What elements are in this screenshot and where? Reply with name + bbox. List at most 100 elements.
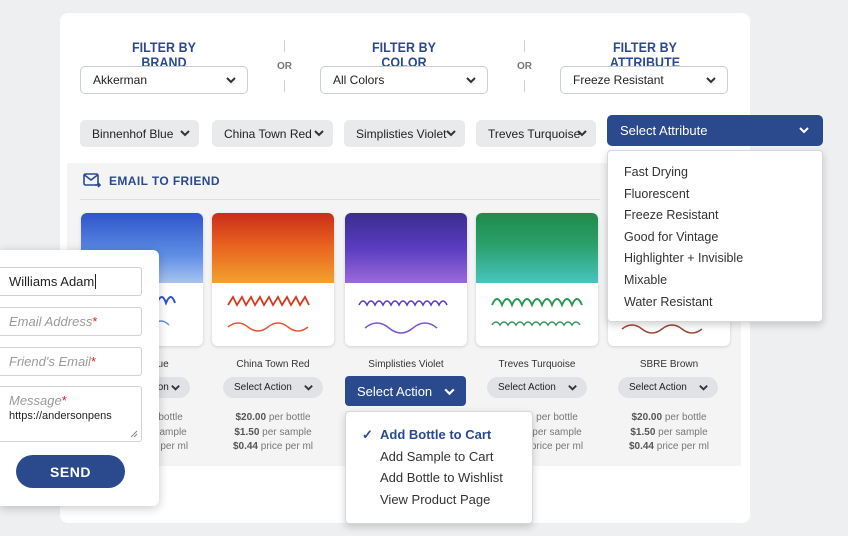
select-action-label: Select Action bbox=[629, 382, 687, 393]
price-unit: per bottle bbox=[664, 412, 707, 423]
price-block: $20.00 per bottle $1.50 per sample $0.44… bbox=[608, 411, 730, 455]
color-pill-china-town-red[interactable]: China Town Red bbox=[212, 120, 333, 147]
ink-sample-scribble bbox=[358, 300, 448, 334]
price-bottle: $20.00 bbox=[235, 412, 267, 423]
price-unit: price per ml bbox=[260, 441, 314, 452]
or-label: OR bbox=[517, 61, 532, 72]
product-card[interactable] bbox=[212, 213, 334, 346]
friend-email-placeholder: Friend's Email* bbox=[9, 354, 96, 369]
price-unit: per bottle bbox=[268, 412, 311, 423]
price-unit: per sample bbox=[532, 426, 582, 438]
ink-swatch bbox=[212, 213, 334, 283]
action-option-view-product[interactable]: View Product Page bbox=[346, 489, 532, 511]
price-unit: per sample bbox=[658, 426, 708, 438]
email-to-friend-link[interactable]: EMAIL TO FRIEND bbox=[83, 173, 220, 188]
product-name: China Town Red bbox=[236, 359, 310, 370]
divider bbox=[284, 80, 285, 92]
product-card[interactable] bbox=[345, 213, 467, 346]
attribute-filter-value: Freeze Resistant bbox=[573, 73, 664, 87]
price-sample: $1.50 bbox=[234, 426, 260, 438]
select-action-dropdown-open[interactable]: Select Action bbox=[345, 376, 466, 406]
chevron-down-icon bbox=[568, 385, 577, 391]
chevron-down-icon bbox=[466, 77, 476, 84]
email-field-placeholder: Email Address* bbox=[9, 314, 97, 329]
or-label: OR bbox=[277, 61, 292, 72]
send-button[interactable]: SEND bbox=[16, 455, 125, 488]
name-field[interactable]: Williams Adam bbox=[0, 267, 142, 296]
placeholder-text: Email Address bbox=[9, 314, 93, 329]
chevron-down-icon bbox=[180, 130, 190, 137]
attribute-option-highlighter-invisible[interactable]: Highlighter + Invisible bbox=[608, 248, 822, 270]
chevron-down-icon bbox=[304, 385, 313, 391]
divider bbox=[80, 199, 600, 200]
price-block: $20.00 per bottle $1.50 per sample $0.44… bbox=[212, 411, 334, 455]
check-icon: ✓ bbox=[362, 427, 373, 442]
required-mark: * bbox=[90, 354, 97, 369]
attribute-option-freeze-resistant[interactable]: Freeze Resistant bbox=[608, 205, 822, 227]
attribute-menu: Fast Drying Fluorescent Freeze Resistant… bbox=[607, 150, 823, 322]
text-cursor bbox=[95, 274, 97, 289]
chevron-down-icon bbox=[699, 385, 708, 391]
select-action-label: Select Action bbox=[498, 382, 556, 393]
placeholder-text: Friend's Email bbox=[9, 354, 91, 369]
resize-handle-icon[interactable] bbox=[130, 430, 138, 438]
message-placeholder: Message* bbox=[9, 393, 141, 408]
select-action-dropdown[interactable]: Select Action bbox=[618, 377, 718, 398]
product-card[interactable] bbox=[476, 213, 598, 346]
select-action-dropdown[interactable]: Select Action bbox=[487, 377, 587, 398]
name-field-value: Williams Adam bbox=[9, 274, 95, 289]
brand-select[interactable]: Akkerman bbox=[80, 66, 248, 94]
required-mark: * bbox=[92, 314, 98, 329]
attribute-filter-select[interactable]: Freeze Resistant bbox=[560, 66, 728, 94]
email-friend-form: Williams Adam Email Address* Friend's Em… bbox=[0, 250, 159, 506]
color-pill-treves-turquoise[interactable]: Treves Turquoise bbox=[476, 120, 596, 147]
attribute-option-water-resistant[interactable]: Water Resistant bbox=[608, 292, 822, 314]
color-pill-simplisties-violet[interactable]: Simplisties Violet bbox=[344, 120, 465, 147]
chevron-down-icon bbox=[444, 388, 455, 396]
price-unit: price per ml bbox=[530, 441, 584, 452]
select-attribute-dropdown[interactable]: Select Attribute bbox=[607, 115, 823, 146]
price-ml: $0.44 bbox=[232, 441, 258, 452]
chevron-down-icon bbox=[226, 77, 236, 84]
color-select-value: All Colors bbox=[333, 73, 385, 87]
price-sample: $1.50 bbox=[630, 426, 656, 438]
email-field[interactable]: Email Address* bbox=[0, 307, 142, 336]
attribute-option-fluorescent[interactable]: Fluorescent bbox=[608, 184, 822, 206]
select-action-label: Select Action bbox=[357, 383, 433, 399]
email-to-friend-label: EMAIL TO FRIEND bbox=[109, 173, 220, 188]
message-value: https://andersonpens bbox=[9, 410, 112, 422]
friend-email-field[interactable]: Friend's Email* bbox=[0, 347, 142, 376]
chevron-down-icon bbox=[314, 130, 324, 137]
required-mark: * bbox=[61, 393, 67, 408]
select-action-dropdown[interactable]: Select Action bbox=[223, 377, 323, 398]
price-unit: per sample bbox=[262, 426, 312, 438]
attribute-option-fast-drying[interactable]: Fast Drying bbox=[608, 162, 822, 184]
ink-sample-scribble bbox=[491, 298, 583, 327]
action-option-add-bottle[interactable]: ✓ Add Bottle to Cart bbox=[346, 424, 532, 446]
placeholder-text: Message bbox=[9, 393, 62, 408]
product-name: SBRE Brown bbox=[639, 359, 699, 370]
color-pill-label: Treves Turquoise bbox=[488, 126, 581, 141]
action-option-add-sample[interactable]: Add Sample to Cart bbox=[346, 446, 532, 468]
ink-sample-scribble bbox=[227, 295, 310, 332]
color-pill-binnenhof-blue[interactable]: Binnenhof Blue bbox=[80, 120, 199, 147]
message-field[interactable]: Message* https://andersonpens bbox=[0, 386, 142, 442]
chevron-down-icon bbox=[171, 385, 180, 391]
action-option-add-wishlist[interactable]: Add Bottle to Wishlist bbox=[346, 467, 532, 489]
price-unit: price per ml bbox=[656, 441, 710, 452]
attribute-option-mixable[interactable]: Mixable bbox=[608, 270, 822, 292]
price-ml: $0.44 bbox=[628, 441, 654, 452]
color-pill-label: Simplisties Violet bbox=[356, 126, 447, 141]
color-select[interactable]: All Colors bbox=[320, 66, 488, 94]
ink-swatch bbox=[476, 213, 598, 283]
product-name: Simplisties Violet bbox=[368, 359, 444, 370]
select-attribute-label: Select Attribute bbox=[620, 123, 708, 138]
chevron-down-icon bbox=[577, 130, 587, 137]
divider bbox=[524, 40, 525, 52]
product-name: Treves Turquoise bbox=[498, 359, 576, 370]
divider bbox=[284, 40, 285, 52]
attribute-option-good-for-vintage[interactable]: Good for Vintage bbox=[608, 227, 822, 249]
action-menu: ✓ Add Bottle to Cart Add Sample to Cart … bbox=[345, 411, 533, 524]
price-bottle: $20.00 bbox=[631, 412, 663, 423]
chevron-down-icon bbox=[799, 127, 809, 134]
